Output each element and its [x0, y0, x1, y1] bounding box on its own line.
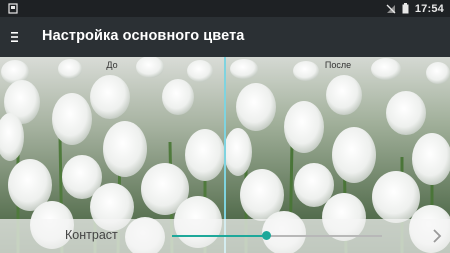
status-bar: 17:54 [0, 0, 450, 17]
after-label: После [324, 60, 352, 70]
page-title: Настройка основного цвета [42, 28, 245, 44]
clock: 17:54 [414, 2, 444, 15]
sd-card-icon [8, 3, 18, 14]
before-label: До [106, 60, 118, 70]
slider-thumb[interactable] [262, 231, 271, 240]
contrast-control: Контраст [0, 219, 450, 253]
battery-icon [402, 3, 409, 14]
app-bar: Настройка основного цвета [0, 17, 450, 57]
contrast-slider[interactable] [172, 231, 382, 240]
slider-fill [172, 235, 267, 237]
no-signal-icon [386, 4, 396, 13]
contrast-label: Контраст [65, 228, 118, 242]
chevron-right-icon[interactable] [432, 228, 442, 244]
menu-icon[interactable] [10, 30, 24, 44]
